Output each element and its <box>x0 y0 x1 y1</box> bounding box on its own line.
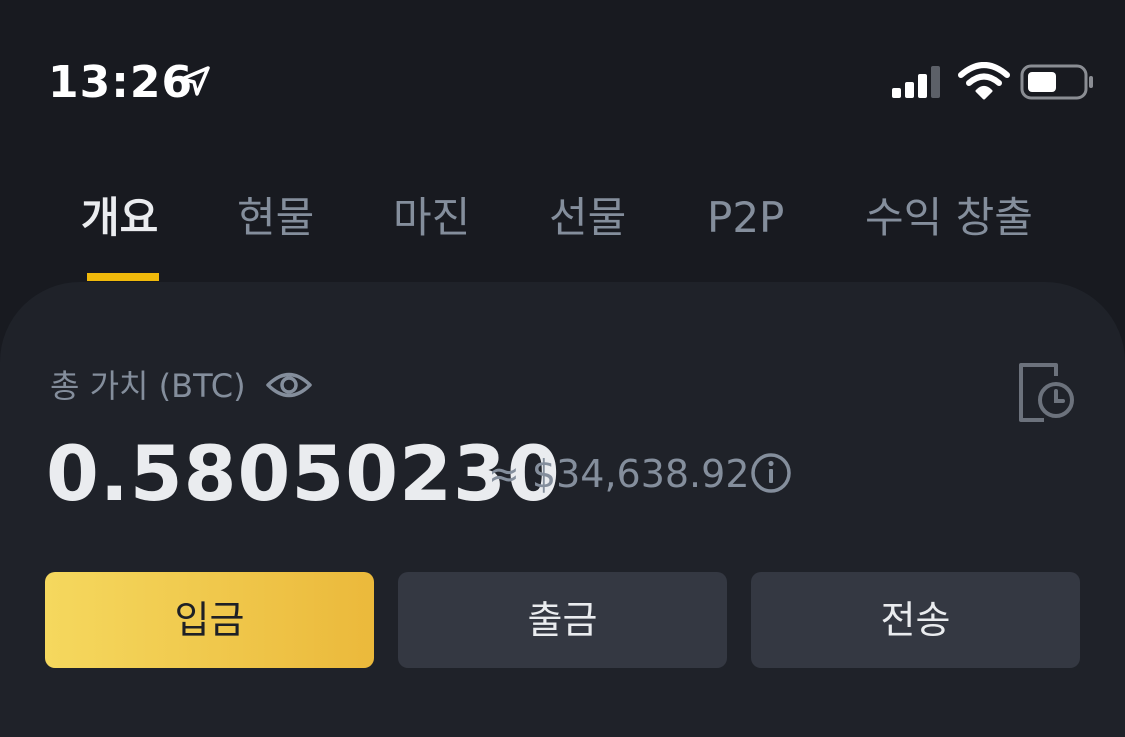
active-tab-indicator <box>87 273 159 281</box>
tab-spot[interactable]: 현물 <box>237 190 314 246</box>
info-icon[interactable] <box>750 452 792 494</box>
tab-earn[interactable]: 수익 창출 <box>865 190 1033 246</box>
history-icon[interactable] <box>1018 362 1076 424</box>
total-value-label: 총 가치 (BTC) <box>50 367 246 405</box>
battery-icon <box>1020 64 1093 100</box>
transfer-button[interactable]: 전송 <box>751 572 1080 668</box>
balance-card: 총 가치 (BTC) 0.58050230 ≈ $34,638.92 입금 출금… <box>0 282 1125 737</box>
tab-overview[interactable]: 개요 <box>81 190 158 246</box>
status-bar: 13:26 <box>0 0 1125 150</box>
tab-p2p[interactable]: P2P <box>707 190 784 246</box>
status-time: 13:26 <box>48 57 194 108</box>
tab-margin[interactable]: 마진 <box>393 190 470 246</box>
tab-futures[interactable]: 선물 <box>549 190 626 246</box>
withdraw-button[interactable]: 출금 <box>398 572 727 668</box>
tab-bar: 개요 현물 마진 선물 P2P 수익 창출 <box>0 180 1125 281</box>
wifi-icon <box>958 62 1010 100</box>
total-balance-btc: 0.58050230 <box>46 429 561 518</box>
eye-icon[interactable] <box>265 368 313 402</box>
deposit-button[interactable]: 입금 <box>45 572 374 668</box>
cellular-signal-icon <box>892 66 940 98</box>
location-arrow-icon <box>180 66 210 96</box>
total-balance-usd: ≈ $34,638.92 <box>488 452 750 496</box>
